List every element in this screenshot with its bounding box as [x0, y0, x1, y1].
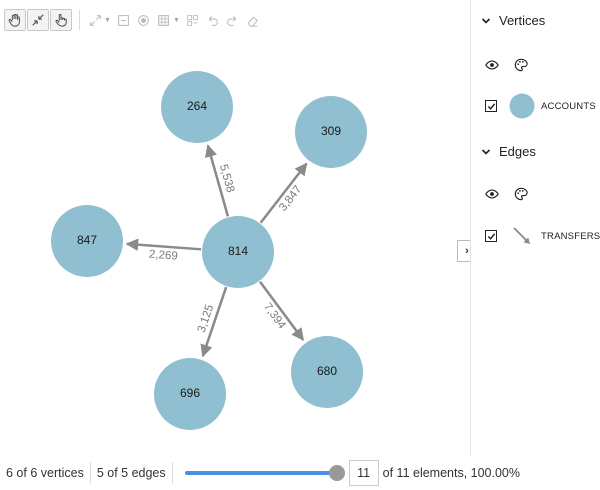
graph-explorer: ▼ ▼ 5,538 3,847 2,269 3,125 7,394 814 26…: [0, 0, 600, 490]
layout-icon: [187, 14, 199, 26]
slider-fill: [184, 471, 337, 475]
edges-section-toggle[interactable]: Edges: [481, 144, 536, 159]
chevron-down-icon: [481, 17, 491, 24]
vertex-847[interactable]: 847: [51, 205, 123, 277]
edge-label: 7,394: [261, 301, 288, 332]
edge-label: 2,269: [149, 249, 179, 263]
circle-icon: [138, 14, 150, 26]
vertices-section-toggle[interactable]: Vertices: [481, 13, 545, 28]
expand-button[interactable]: [86, 9, 104, 31]
graph-svg[interactable]: 5,5383,8472,2693,125 7,394 81426430984769…: [0, 36, 470, 452]
grid-button[interactable]: [155, 9, 173, 31]
elements-summary: of 11 elements, 100.00%: [382, 466, 521, 480]
circle-button[interactable]: [135, 9, 153, 31]
vertex-label: 696: [180, 386, 200, 400]
legend-panel: Vertices ACCOUNTS Edges TRANSFERS: [470, 0, 600, 456]
vertex-696[interactable]: 696: [154, 358, 226, 430]
palette-icon[interactable]: [514, 58, 528, 72]
eye-icon[interactable]: [485, 58, 499, 72]
edge-814-847[interactable]: [125, 238, 202, 251]
edge-label: 3,847: [277, 184, 304, 214]
eye-icon[interactable]: [485, 187, 499, 201]
pan-button[interactable]: [4, 9, 26, 31]
chevron-down-icon[interactable]: ▼: [173, 17, 180, 24]
vertices-visibility-checkbox[interactable]: [485, 100, 497, 112]
edge-swatch-arrow-icon: [513, 227, 530, 244]
check-icon: [487, 232, 495, 240]
vertex-label: 264: [187, 99, 207, 113]
graph-canvas[interactable]: 5,538 3,847 2,269 3,125 7,394 814 264 309 847 69…: [0, 36, 470, 452]
vertex-label: 814: [228, 244, 248, 258]
vertex-label: 680: [317, 364, 337, 378]
vertex-814[interactable]: 814: [202, 216, 274, 288]
toolbar: ▼ ▼: [4, 8, 264, 32]
undo-button[interactable]: [204, 9, 222, 31]
vertex-309[interactable]: 309: [295, 96, 367, 168]
expand-icon: [89, 14, 101, 26]
vertex-680[interactable]: 680: [291, 336, 363, 408]
toolbar-divider: [79, 10, 80, 30]
vertex-label: 309: [321, 124, 341, 138]
status-divider: [171, 462, 173, 484]
nodes-layer: 814 264 309 847 696 680: [51, 71, 367, 430]
undo-icon: [209, 15, 219, 26]
shrink-button[interactable]: [27, 9, 49, 31]
select-hand-icon: [55, 13, 67, 27]
edge-label: 3,125: [196, 303, 217, 334]
edge-count: 5 of 5 edges: [96, 466, 166, 480]
vertex-264[interactable]: 264: [161, 71, 233, 143]
layout-button[interactable]: [184, 9, 202, 31]
elements-slider[interactable]: [184, 463, 345, 483]
redo-button[interactable]: [224, 9, 242, 31]
status-bar: 6 of 6 vertices 5 of 5 edges of 11 eleme…: [0, 456, 600, 490]
vertex-count: 6 of 6 vertices: [6, 466, 84, 480]
eraser-button[interactable]: [244, 9, 262, 31]
edge-type-label: TRANSFERS: [541, 231, 600, 242]
minimize-icon: [118, 14, 130, 26]
palette-icon[interactable]: [514, 187, 528, 201]
element-count-input[interactable]: [348, 460, 379, 486]
chevron-right-icon: ›: [465, 245, 469, 257]
vertices-header: Vertices: [499, 13, 546, 28]
shrink-icon: [32, 14, 44, 26]
slider-thumb[interactable]: [328, 465, 345, 481]
chevron-down-icon: [481, 148, 491, 155]
edges-header: Edges: [499, 144, 536, 159]
eraser-icon: [248, 16, 259, 27]
vertex-swatch: [509, 93, 535, 119]
edges-visibility-checkbox[interactable]: [485, 230, 497, 242]
vertex-label: 847: [77, 233, 97, 247]
select-hand-button[interactable]: [50, 9, 72, 31]
redo-icon: [227, 15, 237, 26]
pan-icon: [8, 13, 20, 27]
vertex-type-label: ACCOUNTS: [541, 101, 596, 112]
chevron-down-icon[interactable]: ▼: [104, 17, 111, 24]
check-icon: [487, 102, 495, 110]
minimize-button[interactable]: [115, 9, 133, 31]
grid-icon: [158, 14, 170, 26]
